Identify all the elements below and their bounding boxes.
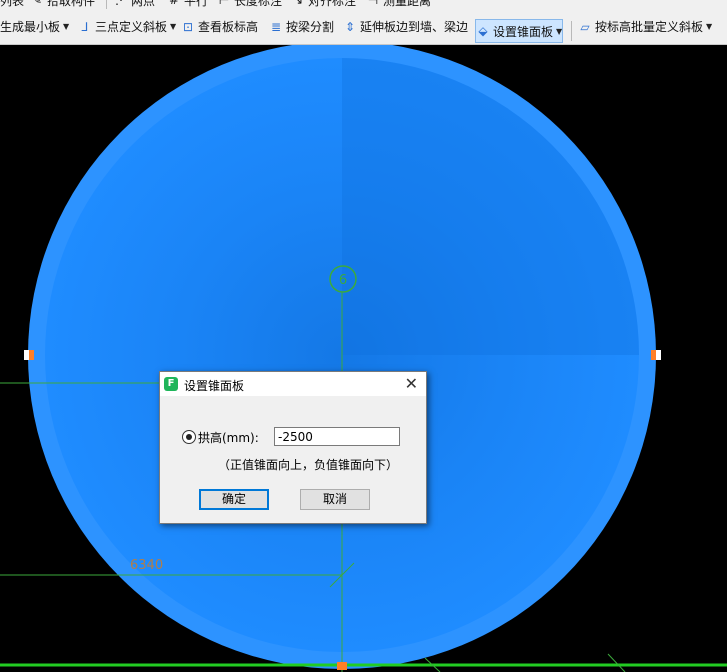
rise-hint: （正值锥面向上，负值锥面向下） xyxy=(218,458,399,472)
cone-slab-icon: ⬙ xyxy=(478,24,488,38)
tb-batch-slope[interactable]: ▱ 按标高批量定义斜板 ▼ xyxy=(578,9,712,44)
tb-align-dim-label: 对齐标注 xyxy=(308,0,357,8)
cone-slab-shade xyxy=(342,58,639,355)
separator xyxy=(571,21,572,41)
tb-batch-slope-label: 按标高批量定义斜板 xyxy=(595,20,704,34)
axis-bubble-label: 6 xyxy=(339,273,347,288)
tb-length-dim[interactable]: ⊢ 长度标注 xyxy=(217,0,282,9)
extend-edge-icon: ⇕ xyxy=(344,19,356,34)
tb-min-slab[interactable]: 生成最小板 ▼ xyxy=(0,9,69,44)
chevron-down-icon[interactable]: ▼ xyxy=(706,22,712,31)
tb-length-dim-label: 长度标注 xyxy=(234,0,283,8)
view-elevation-icon: ⊡ xyxy=(182,19,194,34)
ground-diagonal-2 xyxy=(607,653,626,672)
cancel-button[interactable]: 取消 xyxy=(300,489,370,510)
tb-list-label: 列表 xyxy=(0,0,25,8)
separator xyxy=(106,0,107,9)
tb-extend-edge-label: 延伸板边到墙、梁边 xyxy=(360,20,469,34)
three-point-slope-icon: ⅃ xyxy=(81,19,89,34)
split-by-beam-icon: ≣ xyxy=(270,19,282,34)
tb-view-elevation[interactable]: ⊡ 查看板标高 xyxy=(181,9,258,44)
rise-label: 拱高(mm): xyxy=(198,431,259,445)
toolbar-main: 生成最小板 ▼ ⅃ 三点定义斜板 ▼ ⊡ 查看板标高 ≣ 按梁分割 ⇕ 延伸板边到墙、梁边 … xyxy=(0,9,727,45)
tb-list[interactable]: 列表 xyxy=(0,0,24,9)
ok-button[interactable]: 确定 xyxy=(199,489,269,510)
pick-icon: ✎ xyxy=(31,0,43,7)
parallel-icon: # xyxy=(168,0,180,7)
chevron-down-icon[interactable]: ▼ xyxy=(170,22,176,31)
tb-three-point-slope-label: 三点定义斜板 xyxy=(95,20,168,34)
tb-view-elevation-label: 查看板标高 xyxy=(198,20,259,34)
tb-align-dim[interactable]: ↘ 对齐标注 xyxy=(291,0,356,9)
chevron-down-icon[interactable]: ▼ xyxy=(63,22,69,31)
batch-slope-icon: ▱ xyxy=(580,19,590,34)
two-point-icon: ⋰ xyxy=(115,0,127,7)
grip-left-inner xyxy=(29,350,34,360)
tb-two-point-label: 两点 xyxy=(131,0,156,8)
cone-slab-dialog: F 设置锥面板 ✕ 拱高(mm): （正值锥面向上，负值锥面向下） 确定 取消 xyxy=(159,371,427,524)
tb-parallel-label: 平行 xyxy=(184,0,209,8)
tb-cone-slab[interactable]: ⬙ 设置锥面板 ▼ xyxy=(474,19,564,43)
tb-split-by-beam[interactable]: ≣ 按梁分割 xyxy=(269,9,334,44)
dialog-titlebar[interactable]: F 设置锥面板 ✕ xyxy=(160,372,426,396)
tb-split-by-beam-label: 按梁分割 xyxy=(286,20,335,34)
grip-bottom[interactable] xyxy=(337,662,347,670)
grip-right-inner xyxy=(651,350,656,360)
tb-cone-slab-label: 设置锥面板 xyxy=(493,24,554,39)
tb-min-slab-label: 生成最小板 xyxy=(0,20,61,34)
measure-icon: ⊣ xyxy=(367,0,379,7)
tb-three-point-slope[interactable]: ⅃ 三点定义斜板 ▼ xyxy=(78,9,177,44)
close-icon[interactable]: ✕ xyxy=(405,374,418,393)
length-dim-icon: ⊢ xyxy=(218,0,230,7)
tb-pick-label: 拾取构件 xyxy=(47,0,96,8)
tb-extend-edge[interactable]: ⇕ 延伸板边到墙、梁边 xyxy=(343,9,468,44)
align-dim-icon: ↘ xyxy=(292,0,304,7)
tb-parallel[interactable]: # 平行 xyxy=(167,0,208,9)
tb-pick[interactable]: ✎ 拾取构件 xyxy=(30,0,95,9)
rise-input[interactable] xyxy=(274,427,400,446)
dialog-title: 设置锥面板 xyxy=(184,379,245,393)
tb-measure-label: 测量距离 xyxy=(383,0,432,8)
dimension-label: 6340 xyxy=(130,558,163,573)
tb-measure[interactable]: ⊣ 测量距离 xyxy=(366,0,431,9)
rise-radio[interactable] xyxy=(182,430,196,444)
drawing-canvas[interactable]: 6 6340 xyxy=(0,0,727,672)
chevron-down-icon[interactable]: ▼ xyxy=(556,27,562,36)
tb-two-point[interactable]: ⋰ 两点 xyxy=(114,0,155,9)
app-logo-icon: F xyxy=(164,377,178,391)
